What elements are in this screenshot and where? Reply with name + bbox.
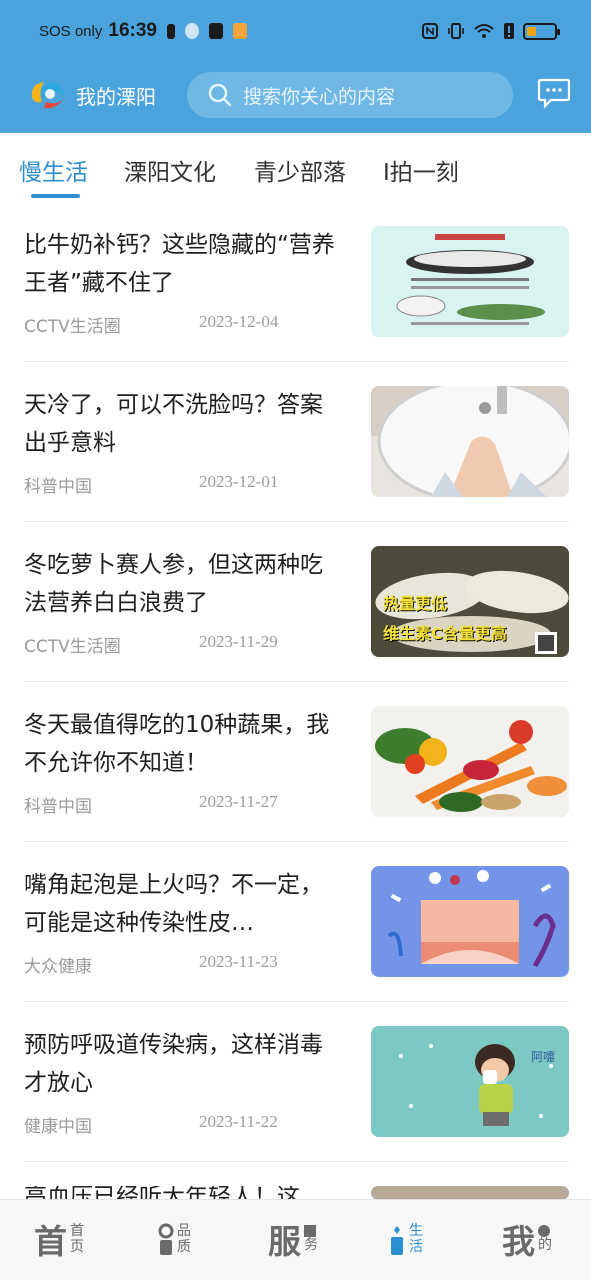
article-date: 2023-11-27 (199, 792, 278, 811)
nav-service[interactable]: 服 务 (268, 1214, 318, 1264)
clock-time: 16:39 (108, 20, 157, 41)
tab-slow-life[interactable]: 慢生活 (19, 153, 88, 187)
article-source: CCTV生活圈 (24, 637, 121, 657)
article-source: 科普中国 (24, 797, 92, 817)
article-thumbnail (371, 706, 569, 817)
list-divider (24, 361, 569, 362)
category-tabs: 慢生活 溧阳文化 青少部落 I拍一刻 (0, 133, 591, 203)
quality-icon (158, 1223, 174, 1255)
article-item[interactable]: 冬天最值得吃的10种蔬果，我不允许你不知道！ 科普中国 2023-11-27 (24, 706, 569, 866)
article-date: 2023-11-29 (199, 632, 278, 651)
alert-icon (504, 23, 514, 39)
tab-youth-tribe[interactable]: 青少部落 (254, 153, 346, 187)
nav-home-label-2: 页 (70, 1239, 84, 1255)
nav-life-label-1: 生 (409, 1223, 423, 1239)
active-tab-indicator (31, 194, 80, 198)
nav-home[interactable]: 首 首页 (34, 1214, 84, 1264)
article-item[interactable]: 天冷了，可以不洗脸吗？答案出乎意料 科普中国 2023-12-01 (24, 386, 569, 546)
nav-service-label-2: 务 (304, 1237, 318, 1253)
app-header: SOS only 16:39 我的溧阳 搜索你关心的内容 (0, 0, 591, 133)
list-divider (24, 1161, 569, 1162)
nav-service-glyph: 服 (268, 1222, 301, 1261)
list-divider (24, 681, 569, 682)
life-icon (391, 1226, 403, 1255)
status-bar: SOS only 16:39 (0, 0, 591, 64)
article-thumbnail (371, 866, 569, 977)
list-divider (24, 841, 569, 842)
article-title: 嘴角起泡是上火吗？不一定，可能是这种传染性皮… (24, 872, 323, 936)
search-bar[interactable]: 搜索你关心的内容 (187, 72, 513, 118)
list-divider (24, 521, 569, 522)
article-item[interactable]: 嘴角起泡是上火吗？不一定，可能是这种传染性皮… 大众健康 2023-11-23 (24, 866, 569, 1026)
brand[interactable]: 我的溧阳 (28, 76, 156, 114)
article-source: CCTV生活圈 (24, 317, 121, 337)
service-box-icon (304, 1225, 316, 1237)
article-item-partial[interactable]: 高血压已经听大年轻人！这 (24, 1186, 569, 1200)
carrier-text: SOS only (39, 22, 103, 40)
nav-profile-glyph: 我 (502, 1222, 535, 1261)
vibrate-icon (448, 23, 464, 39)
nav-quality-label-1: 品 (177, 1223, 191, 1239)
image-caption: 热量更低 (383, 594, 448, 613)
article-date: 2023-11-22 (199, 1112, 278, 1131)
profile-icon: 的 (538, 1225, 552, 1253)
service-icon: 务 (304, 1225, 318, 1253)
tab-photo-moment[interactable]: I拍一刻 (383, 153, 459, 187)
bottom-nav: 首 首页 品质 服 务 生活 我 的 (0, 1199, 591, 1280)
nav-quality[interactable]: 品质 (158, 1214, 191, 1264)
article-thumbnail: 阿嚏 (371, 1026, 569, 1137)
app-name: 我的溧阳 (76, 84, 156, 109)
home-icon: 首页 (70, 1223, 84, 1255)
article-item[interactable]: 比牛奶补钙？这些隐藏的“营养王者”藏不住了 CCTV生活圈 2023-12-04 (24, 226, 569, 386)
status-right (421, 22, 560, 40)
status-left: SOS only 16:39 (39, 20, 247, 42)
article-date: 2023-12-04 (199, 312, 279, 331)
article-title: 预防呼吸道传染病，这样消毒才放心 (24, 1032, 323, 1096)
article-source: 科普中国 (24, 477, 92, 497)
article-source: 大众健康 (24, 957, 92, 977)
nfc-icon (422, 23, 438, 39)
article-title: 比牛奶补钙？这些隐藏的“营养王者”藏不住了 (24, 232, 335, 296)
upload-icon (208, 23, 223, 39)
image-caption: 维生素C含量更高 (383, 624, 507, 643)
article-source: 健康中国 (24, 1117, 92, 1137)
article-thumbnail: 热量更低 维生素C含量更高 (371, 546, 569, 657)
nav-life-label-2: 活 (409, 1239, 423, 1255)
battery-icon (523, 22, 560, 40)
list-divider (24, 1001, 569, 1002)
nav-quality-label: 品质 (177, 1223, 191, 1255)
article-thumbnail (371, 386, 569, 497)
image-caption: 阿嚏 (531, 1050, 556, 1064)
article-date: 2023-12-01 (199, 472, 279, 491)
nav-life-label: 生活 (409, 1223, 423, 1255)
article-thumbnail (371, 226, 569, 337)
article-item[interactable]: 预防呼吸道传染病，这样消毒才放心 健康中国 2023-11-22 阿嚏 (24, 1026, 569, 1186)
wifi-icon (474, 24, 494, 38)
article-title: 冬吃萝卜赛人参，但这两种吃法营养白白浪费了 (24, 552, 323, 616)
nav-life[interactable]: 生活 (388, 1214, 423, 1264)
sim-icon (166, 23, 175, 39)
app-logo-icon (31, 82, 64, 109)
sneeze-illustration (371, 1026, 569, 1137)
search-icon (208, 83, 232, 107)
nav-profile[interactable]: 我 的 (502, 1214, 552, 1264)
article-title: 高血压已经听大年轻人！这 (24, 1186, 300, 1200)
notification-app-icon (232, 23, 247, 39)
article-title: 天冷了，可以不洗脸吗？答案出乎意料 (24, 392, 323, 456)
article-item[interactable]: 冬吃萝卜赛人参，但这两种吃法营养白白浪费了 CCTV生活圈 2023-11-29… (24, 546, 569, 706)
article-title: 冬天最值得吃的10种蔬果，我不允许你不知道！ (24, 712, 330, 776)
search-placeholder: 搜索你关心的内容 (243, 85, 396, 108)
nav-home-glyph: 首 (34, 1222, 67, 1261)
nav-home-label-1: 首 (70, 1223, 84, 1239)
weather-icon (184, 23, 199, 39)
profile-dot-icon (538, 1225, 550, 1237)
nav-quality-label-2: 质 (177, 1239, 191, 1255)
nav-profile-label-2: 的 (538, 1237, 552, 1253)
tab-liyang-culture[interactable]: 溧阳文化 (124, 153, 216, 187)
article-thumbnail (371, 1186, 569, 1200)
message-icon[interactable] (537, 77, 571, 109)
article-date: 2023-11-23 (199, 952, 278, 971)
